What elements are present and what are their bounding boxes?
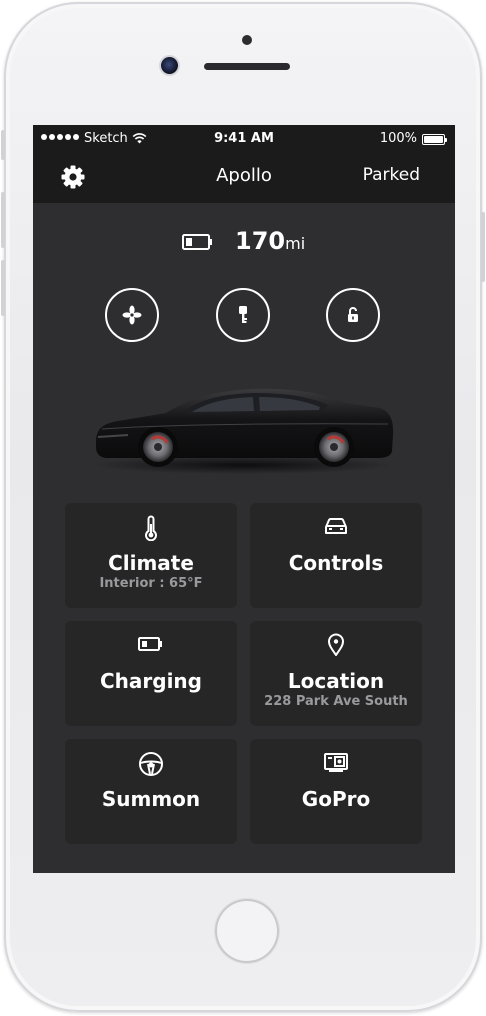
tile-title: Location	[287, 669, 385, 693]
car-icon	[325, 517, 347, 534]
volume-up-button	[1, 192, 5, 248]
battery-icon	[138, 637, 162, 651]
range-unit: mi	[285, 234, 306, 253]
range-indicator: 170mi	[33, 227, 455, 259]
home-button[interactable]	[215, 899, 279, 963]
tile-gopro[interactable]: GoPro	[250, 739, 422, 844]
tile-title: Charging	[99, 669, 202, 693]
volume-down-button	[1, 260, 5, 316]
key-icon	[239, 306, 247, 323]
tile-title: Summon	[101, 787, 201, 811]
navigation-bar: Apollo Parked	[33, 153, 455, 203]
lock-icon	[348, 307, 358, 322]
proximity-sensor	[242, 35, 252, 45]
tile-title: Climate	[108, 551, 194, 575]
lock-button[interactable]	[326, 288, 380, 342]
location-pin-icon	[328, 633, 344, 656]
fan-icon	[122, 305, 142, 325]
status-battery-icon	[422, 134, 447, 145]
tile-subtitle: 228 Park Ave South	[264, 694, 408, 709]
thermometer-icon	[145, 515, 157, 541]
range-value: 170mi	[235, 227, 306, 255]
tile-climate[interactable]: Climate Interior : 65°F	[65, 503, 237, 608]
earpiece-speaker	[204, 63, 290, 70]
camera-icon	[324, 753, 348, 772]
tile-title: GoPro	[301, 787, 371, 811]
tile-subtitle: Interior : 65°F	[99, 576, 203, 591]
car-image	[93, 388, 394, 474]
tile-summon[interactable]: Summon	[65, 739, 237, 844]
key-button[interactable]	[216, 288, 270, 342]
vehicle-status: Parked	[362, 165, 420, 185]
battery-percent: 100%	[379, 131, 417, 146]
tile-title: Controls	[288, 551, 384, 575]
climate-fan-button[interactable]	[105, 288, 159, 342]
side-button	[1, 130, 5, 160]
tile-charging[interactable]: Charging	[65, 621, 237, 726]
battery-icon	[182, 234, 212, 250]
steering-wheel-icon	[139, 752, 163, 776]
power-button	[481, 212, 485, 282]
tile-controls[interactable]: Controls	[250, 503, 422, 608]
front-camera	[161, 57, 178, 74]
tile-location[interactable]: Location 228 Park Ave South	[250, 621, 422, 726]
app-screen: Sketch 9:41 AM 100% Apollo Parked 170mi …	[33, 125, 455, 873]
status-bar: Sketch 9:41 AM 100%	[33, 125, 455, 153]
